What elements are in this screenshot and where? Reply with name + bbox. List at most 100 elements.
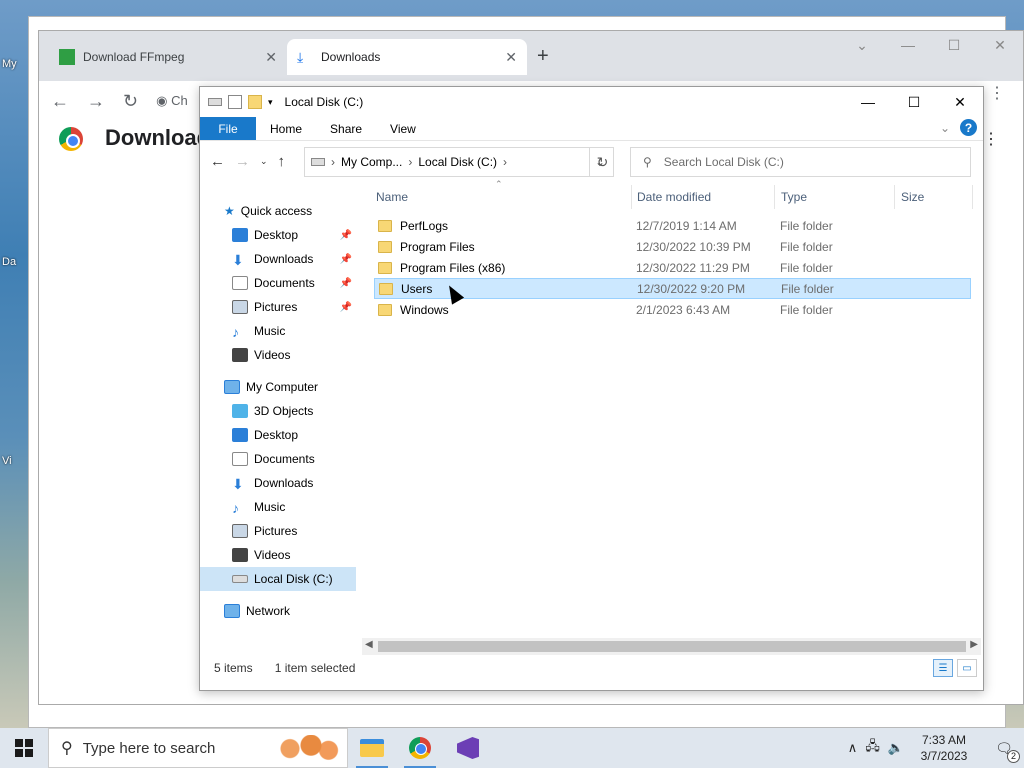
close-button[interactable]: ✕ <box>977 37 1023 54</box>
column-header-date-modified[interactable]: Date modified <box>637 185 775 209</box>
customize-qat-icon[interactable]: ▾ <box>268 97 273 108</box>
search-input[interactable]: ⚲ Search Local Disk (C:) <box>630 147 971 177</box>
system-tray: ∧ 🖧 🔈 7:33 AM 3/7/2023 🗨 2 <box>848 728 1024 768</box>
desktop-icon-label[interactable]: My <box>2 58 17 70</box>
breadcrumb-local-disk[interactable]: Local Disk (C:) <box>418 155 497 169</box>
new-tab-button[interactable]: + <box>537 45 549 68</box>
nav-item-downloads[interactable]: ⬇ Downloads 📌 <box>200 247 356 271</box>
maximize-button[interactable]: ☐ <box>891 87 937 117</box>
tab-file[interactable]: File <box>200 117 256 140</box>
close-tab-icon[interactable]: ✕ <box>265 49 277 66</box>
nav-item-desktop[interactable]: Desktop 📌 <box>200 223 356 247</box>
close-button[interactable]: ✕ <box>937 87 983 117</box>
clock-time: 7:33 AM <box>921 733 967 747</box>
forward-arrow-icon[interactable]: → <box>87 91 105 112</box>
nav-item-music[interactable]: ♪ Music <box>200 319 356 343</box>
start-button[interactable] <box>0 728 48 768</box>
scroll-left-icon[interactable]: ◀ <box>365 639 373 650</box>
pin-icon: 📌 <box>339 253 352 265</box>
nav-item-downloads[interactable]: ⬇ Downloads <box>200 471 356 495</box>
show-hidden-icons-icon[interactable]: ∧ <box>848 740 858 756</box>
desktop-icon-label[interactable]: Da <box>2 256 16 268</box>
nav-item-videos[interactable]: Videos <box>200 343 356 367</box>
file-name: Program Files <box>400 239 475 254</box>
tab-view[interactable]: View <box>376 117 430 140</box>
page-title: Download <box>105 125 211 150</box>
nav-item-documents[interactable]: Documents 📌 <box>200 271 356 295</box>
column-header-type[interactable]: Type <box>781 185 895 209</box>
omnibox[interactable]: ◉ Ch <box>156 93 188 109</box>
forward-arrow-icon[interactable]: → <box>235 153 250 170</box>
file-row-perflogs[interactable]: PerfLogs 12/7/2019 1:14 AM File folder <box>374 215 971 236</box>
network-icon[interactable]: 🖧 <box>865 737 880 759</box>
refresh-icon[interactable]: ↻ <box>589 147 615 177</box>
action-center-button[interactable]: 🗨 2 <box>984 740 1024 763</box>
nav-item-desktop[interactable]: Desktop <box>200 423 356 447</box>
taskbar-search-box[interactable]: ⚲ Type here to search <box>48 728 348 768</box>
file-row-windows[interactable]: Windows 2/1/2023 6:43 AM File folder <box>374 299 971 320</box>
chrome-tab-strip: Download FFmpeg ✕ ⤓ Downloads ✕ + ⌄ — ☐ … <box>39 31 1023 81</box>
chrome-logo-icon <box>59 127 83 151</box>
details-view-icon[interactable]: ☰ <box>933 659 953 677</box>
nav-item-local-disk[interactable]: Local Disk (C:) <box>200 567 356 591</box>
nav-label: Music <box>254 324 286 338</box>
horizontal-scrollbar[interactable]: ◀ ▶ <box>362 638 981 655</box>
help-icon[interactable]: ? <box>960 119 977 136</box>
taskbar-chrome[interactable] <box>396 728 444 768</box>
column-header-name[interactable]: Name <box>376 185 632 209</box>
scrollbar-thumb[interactable] <box>378 641 966 652</box>
up-arrow-icon[interactable]: ↑ <box>278 153 286 170</box>
scroll-right-icon[interactable]: ▶ <box>970 639 978 650</box>
nav-item-music[interactable]: ♪ Music <box>200 495 356 519</box>
nav-item-documents[interactable]: Documents <box>200 447 356 471</box>
tab-label: Download FFmpeg <box>83 50 185 64</box>
nav-network[interactable]: Network <box>200 599 356 623</box>
breadcrumb-separator: › <box>503 155 508 169</box>
maximize-button[interactable]: ☐ <box>931 37 977 54</box>
nav-item-pictures[interactable]: Pictures 📌 <box>200 295 356 319</box>
file-list: ⌃ Name Date modified Type Size PerfLogs … <box>370 179 975 625</box>
properties-icon[interactable] <box>228 95 242 109</box>
tab-share[interactable]: Share <box>316 117 376 140</box>
nav-quick-access[interactable]: ★ Quick access <box>200 199 356 223</box>
close-tab-icon[interactable]: ✕ <box>505 49 517 66</box>
nav-item-pictures[interactable]: Pictures <box>200 519 356 543</box>
tab-search-icon[interactable]: ⌄ <box>839 37 885 54</box>
desktop-icon-label[interactable]: Vi <box>2 455 12 467</box>
pin-icon: 📌 <box>339 229 352 241</box>
tab-home[interactable]: Home <box>256 117 316 140</box>
folder-icon <box>378 303 392 316</box>
file-date: 12/30/2022 9:20 PM <box>637 281 746 296</box>
nav-label: Desktop <box>254 428 299 442</box>
videos-icon <box>232 548 248 562</box>
drive-icon <box>232 575 248 583</box>
chrome-menu-icon[interactable]: ⋮ <box>989 83 1005 103</box>
tab-download-ffmpeg[interactable]: Download FFmpeg ✕ <box>49 39 287 75</box>
nav-item-3d-objects[interactable]: 3D Objects <box>200 399 356 423</box>
file-row-program-files-x86[interactable]: Program Files (x86) 12/30/2022 11:29 PM … <box>374 257 971 278</box>
expand-ribbon-icon[interactable]: ⌄ <box>940 121 950 135</box>
large-icons-view-icon[interactable]: ▭ <box>957 659 977 677</box>
recent-locations-icon[interactable]: ⌄ <box>260 156 268 167</box>
file-row-program-files[interactable]: Program Files 12/30/2022 10:39 PM File f… <box>374 236 971 257</box>
new-folder-icon[interactable] <box>248 95 262 109</box>
taskbar: ⚲ Type here to search ∧ 🖧 🔈 7:33 AM 3/7/… <box>0 728 1024 768</box>
network-icon <box>224 604 240 618</box>
nav-item-videos[interactable]: Videos <box>200 543 356 567</box>
taskbar-file-explorer[interactable] <box>348 728 396 768</box>
back-arrow-icon[interactable]: ← <box>210 153 225 170</box>
minimize-button[interactable]: — <box>885 37 931 54</box>
reload-icon[interactable]: ↻ <box>123 91 138 112</box>
page-menu-icon[interactable]: ⋮ <box>983 129 999 149</box>
volume-icon[interactable]: 🔈 <box>888 740 904 756</box>
minimize-button[interactable]: — <box>845 87 891 117</box>
breadcrumb-my-computer[interactable]: My Comp... <box>341 155 402 169</box>
tab-downloads[interactable]: ⤓ Downloads ✕ <box>287 39 527 75</box>
column-header-size[interactable]: Size <box>901 185 973 209</box>
taskbar-visual-studio[interactable] <box>444 728 492 768</box>
nav-my-computer[interactable]: My Computer <box>200 375 356 399</box>
back-arrow-icon[interactable]: ← <box>51 91 69 112</box>
download-icon: ⬇ <box>232 476 244 492</box>
taskbar-clock[interactable]: 7:33 AM 3/7/2023 <box>912 732 976 764</box>
address-bar[interactable]: › My Comp... › Local Disk (C:) › ⌄ <box>304 147 614 177</box>
